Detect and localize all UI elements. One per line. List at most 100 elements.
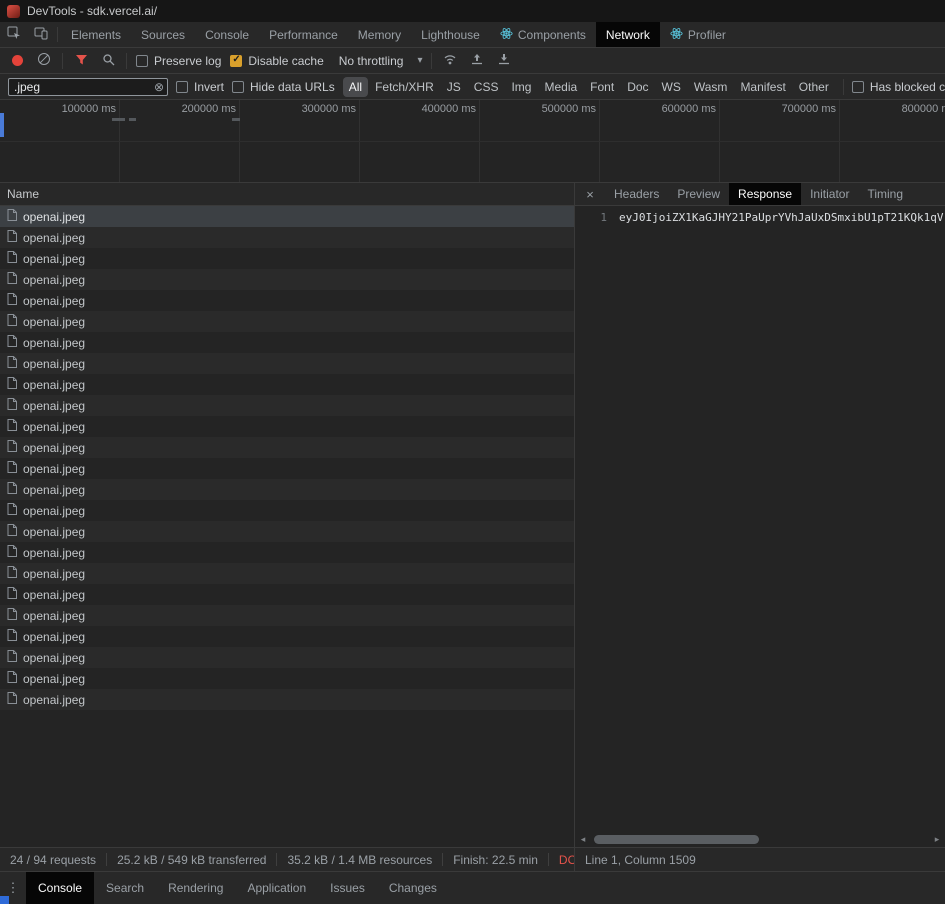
details-tab[interactable]: Response <box>729 183 801 205</box>
export-har-button[interactable] <box>495 52 513 70</box>
tab-components[interactable]: Components <box>490 22 596 47</box>
resource-type-filter[interactable]: Fetch/XHR <box>369 77 440 97</box>
drawer-tab[interactable]: Rendering <box>156 872 235 904</box>
hide-data-urls-toggle[interactable]: Hide data URLs <box>232 80 335 94</box>
scrollbar-track[interactable] <box>590 834 930 845</box>
file-icon <box>7 356 17 371</box>
tab-console[interactable]: Console <box>195 22 259 47</box>
drawer-tab[interactable]: Issues <box>318 872 377 904</box>
table-row[interactable]: openai.jpeg <box>0 374 574 395</box>
record-button[interactable] <box>8 52 26 70</box>
throttling-dropdown[interactable]: No throttling ▾ <box>339 54 423 68</box>
details-tab[interactable]: Headers <box>605 183 668 205</box>
tab-network[interactable]: Network <box>596 22 660 47</box>
drawer-tab[interactable]: Application <box>235 872 318 904</box>
table-row[interactable]: openai.jpeg <box>0 248 574 269</box>
horizontal-scrollbar[interactable]: ◂ ▸ <box>575 832 945 847</box>
overview-activity-marker <box>0 113 4 137</box>
table-row[interactable]: openai.jpeg <box>0 311 574 332</box>
resource-type-filter[interactable]: Doc <box>621 77 654 97</box>
resource-type-filter[interactable]: Img <box>505 77 537 97</box>
resource-type-filter[interactable]: JS <box>441 77 467 97</box>
table-row[interactable]: openai.jpeg <box>0 626 574 647</box>
resource-type-filter[interactable]: Wasm <box>688 77 734 97</box>
table-row[interactable]: openai.jpeg <box>0 227 574 248</box>
table-row[interactable]: openai.jpeg <box>0 542 574 563</box>
scrollbar-thumb[interactable] <box>594 835 759 844</box>
table-row[interactable]: openai.jpeg <box>0 353 574 374</box>
table-row[interactable]: openai.jpeg <box>0 479 574 500</box>
filter-toggle-button[interactable] <box>72 52 90 70</box>
response-content[interactable]: eyJ0IjoiZX1KaGJHY21PaUprYVhJaUxDSmxibU1p… <box>615 206 944 832</box>
table-row[interactable]: openai.jpeg <box>0 689 574 710</box>
inspect-element-button[interactable] <box>0 22 27 47</box>
drawer-tab[interactable]: Search <box>94 872 156 904</box>
name-column-header[interactable]: Name <box>0 183 574 206</box>
request-name: openai.jpeg <box>23 252 85 266</box>
hide-data-urls-checkbox[interactable] <box>232 81 244 93</box>
tab-lighthouse[interactable]: Lighthouse <box>411 22 490 47</box>
search-button[interactable] <box>99 52 117 70</box>
transferred-size: 25.2 kB / 549 kB transferred <box>117 853 266 867</box>
drawer-tab[interactable]: Changes <box>377 872 449 904</box>
import-har-button[interactable] <box>468 52 486 70</box>
table-row[interactable]: openai.jpeg <box>0 332 574 353</box>
request-name: openai.jpeg <box>23 483 85 497</box>
invert-checkbox[interactable] <box>176 81 188 93</box>
drawer-tab[interactable]: Console <box>26 872 94 904</box>
hide-data-urls-label: Hide data URLs <box>250 80 335 94</box>
resource-type-filter[interactable]: Media <box>538 77 583 97</box>
timeline-overview[interactable]: 100000 ms 200000 ms 300000 ms 400000 ms … <box>0 100 945 183</box>
table-row[interactable]: openai.jpeg <box>0 563 574 584</box>
resource-type-filter[interactable]: Manifest <box>734 77 791 97</box>
request-name: openai.jpeg <box>23 399 85 413</box>
preserve-log-toggle[interactable]: Preserve log <box>136 54 221 68</box>
table-row[interactable]: openai.jpeg <box>0 458 574 479</box>
resource-type-filter[interactable]: All <box>343 77 368 97</box>
requests-table: Name openai.jpeg openai.jpeg <box>0 183 575 847</box>
preserve-log-checkbox[interactable] <box>136 55 148 67</box>
details-tab[interactable]: Timing <box>858 183 912 205</box>
clear-requests-button[interactable] <box>35 52 53 70</box>
table-row[interactable]: openai.jpeg <box>0 416 574 437</box>
disable-cache-toggle[interactable]: Disable cache <box>230 54 323 68</box>
has-blocked-cookies-toggle[interactable]: Has blocked cookies <box>852 80 945 94</box>
has-blocked-cookies-checkbox[interactable] <box>852 81 864 93</box>
file-icon <box>7 545 17 560</box>
resource-type-filter[interactable]: Font <box>584 77 620 97</box>
resource-type-filter[interactable]: WS <box>656 77 687 97</box>
response-editor[interactable]: 1 eyJ0IjoiZX1KaGJHY21PaUprYVhJaUxDSmxibU… <box>575 206 945 832</box>
tab-sources[interactable]: Sources <box>131 22 195 47</box>
network-conditions-button[interactable] <box>441 52 459 70</box>
table-row[interactable]: openai.jpeg <box>0 206 574 227</box>
table-row[interactable]: openai.jpeg <box>0 668 574 689</box>
has-blocked-cookies-label: Has blocked cookies <box>870 80 945 94</box>
tab-memory[interactable]: Memory <box>348 22 411 47</box>
device-toolbar-button[interactable] <box>27 22 54 47</box>
table-row[interactable]: openai.jpeg <box>0 395 574 416</box>
table-row[interactable]: openai.jpeg <box>0 584 574 605</box>
tab-profiler[interactable]: Profiler <box>660 22 736 47</box>
tab-performance[interactable]: Performance <box>259 22 348 47</box>
resource-type-filter[interactable]: CSS <box>468 77 505 97</box>
clear-filter-icon[interactable]: ⊗ <box>154 81 164 93</box>
details-tab[interactable]: Initiator <box>801 183 858 205</box>
table-row[interactable]: openai.jpeg <box>0 437 574 458</box>
network-filter-input[interactable] <box>14 80 154 94</box>
details-tab[interactable]: Preview <box>668 183 729 205</box>
scroll-right-icon[interactable]: ▸ <box>930 834 944 845</box>
disable-cache-checkbox[interactable] <box>230 55 242 67</box>
scroll-left-icon[interactable]: ◂ <box>576 834 590 845</box>
tab-elements[interactable]: Elements <box>61 22 131 47</box>
request-name: openai.jpeg <box>23 504 85 518</box>
table-row[interactable]: openai.jpeg <box>0 605 574 626</box>
resource-type-filter[interactable]: Other <box>793 77 835 97</box>
table-row[interactable]: openai.jpeg <box>0 647 574 668</box>
toolbar-divider <box>843 79 844 95</box>
table-row[interactable]: openai.jpeg <box>0 521 574 542</box>
table-row[interactable]: openai.jpeg <box>0 500 574 521</box>
table-row[interactable]: openai.jpeg <box>0 269 574 290</box>
close-details-icon[interactable]: × <box>575 183 605 205</box>
table-row[interactable]: openai.jpeg <box>0 290 574 311</box>
invert-toggle[interactable]: Invert <box>176 80 224 94</box>
